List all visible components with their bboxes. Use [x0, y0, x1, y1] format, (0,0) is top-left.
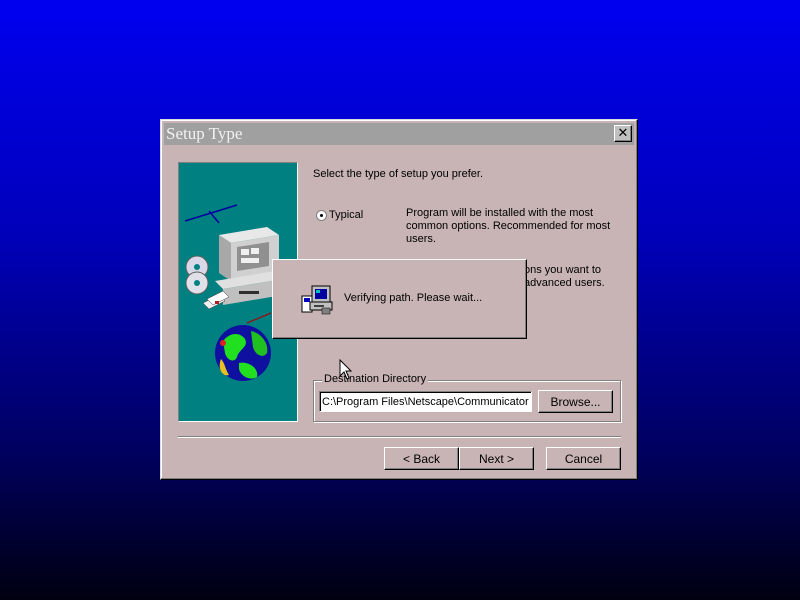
back-button[interactable]: < Back: [384, 447, 459, 470]
typical-label[interactable]: Typical: [329, 209, 363, 221]
close-button[interactable]: ✕: [614, 125, 632, 142]
next-button[interactable]: Next >: [459, 447, 534, 470]
destination-groupbox: Destination Directory Browse...: [313, 373, 621, 422]
destination-path-field[interactable]: [319, 391, 532, 412]
close-icon: ✕: [617, 126, 629, 141]
setup-prompt: Select the type of setup you prefer.: [313, 168, 483, 180]
title-bar[interactable]: Setup Type ✕: [164, 123, 634, 145]
mouse-pointer-icon: [339, 359, 353, 380]
description-line: users.: [406, 233, 436, 245]
verifying-path-dialog: Verifying path. Please wait...: [272, 259, 527, 339]
cancel-button[interactable]: Cancel: [546, 447, 621, 470]
separator: [178, 436, 621, 438]
description-line: advanced users.: [524, 277, 605, 289]
dialog-title: Setup Type: [166, 124, 243, 143]
setup-computer-icon: [301, 285, 333, 315]
description-line: Program will be installed with the most: [406, 207, 594, 219]
destination-legend: Destination Directory: [322, 373, 429, 385]
typical-radio[interactable]: [316, 210, 327, 221]
typical-description: Program will be installed with the most …: [406, 207, 610, 246]
custom-description: ons you want to advanced users.: [524, 264, 605, 290]
description-line: ons you want to: [524, 264, 602, 276]
verifying-message: Verifying path. Please wait...: [344, 292, 483, 304]
description-line: common options. Recommended for most: [406, 220, 611, 232]
browse-button[interactable]: Browse...: [538, 390, 613, 413]
